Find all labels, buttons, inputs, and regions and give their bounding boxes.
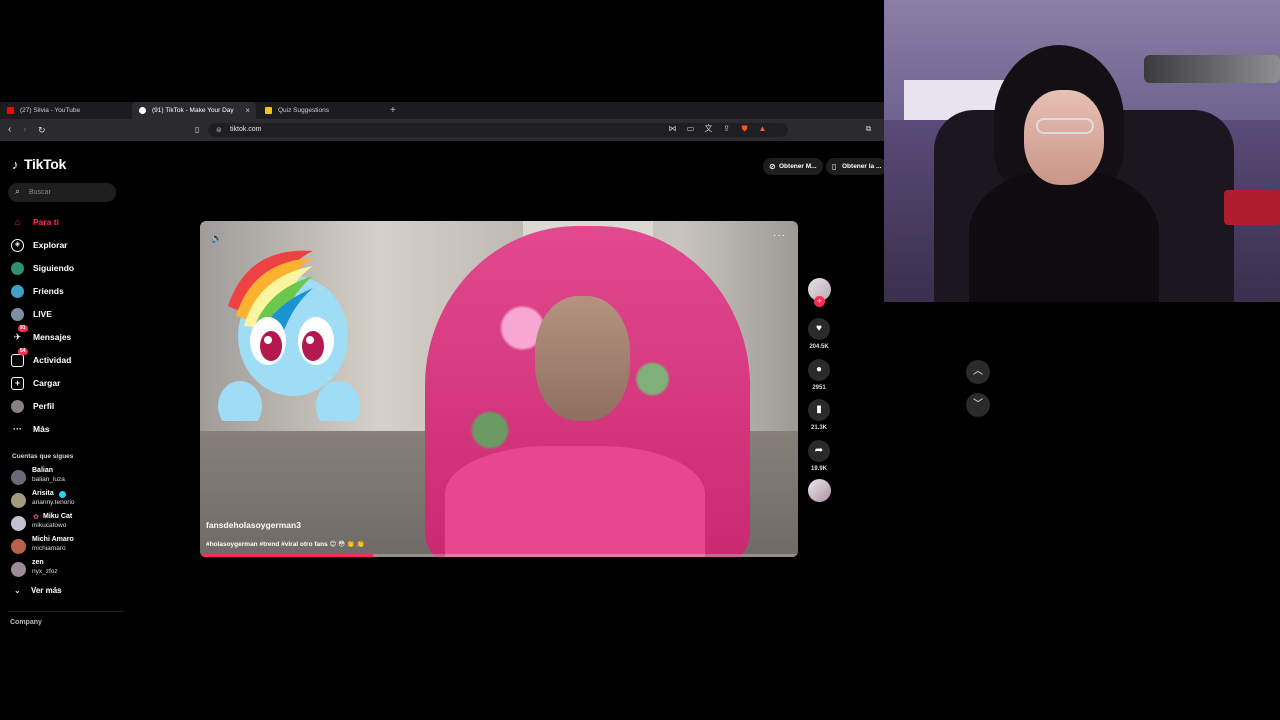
- rewards-icon[interactable]: ▲: [758, 124, 767, 133]
- brave-shield-icon[interactable]: ⛊: [740, 124, 749, 133]
- tab-quiz[interactable]: Quiz Suggestions: [258, 102, 386, 119]
- tab-youtube[interactable]: (27) Silvia - YouTube: [0, 102, 130, 119]
- activity-icon: [11, 354, 24, 367]
- new-tab-button[interactable]: +: [390, 102, 396, 119]
- app-icon: ⊘: [769, 162, 776, 171]
- share-arrow-icon: ➦: [808, 440, 830, 462]
- avatar: [11, 516, 26, 531]
- more-options-icon[interactable]: ···: [773, 230, 786, 241]
- forward-icon[interactable]: ›: [23, 124, 26, 136]
- site-info-icon[interactable]: ⊜: [216, 126, 222, 134]
- quiz-favicon-icon: [265, 107, 272, 114]
- bookmark-icon[interactable]: ▯: [195, 124, 199, 136]
- video-person-body: [445, 446, 705, 557]
- webcam-overlay: [884, 0, 1280, 302]
- address-bar[interactable]: ⊜ tiktok.com: [208, 123, 788, 137]
- following-icon: [11, 262, 24, 275]
- chevron-down-icon: ﹀: [973, 399, 983, 410]
- save-button[interactable]: ▮ 21.3K: [808, 399, 830, 431]
- webcam-microphone: [1144, 55, 1280, 83]
- tiktok-logo[interactable]: ♪ TikTok: [12, 156, 66, 172]
- tiktok-note-icon: ♪: [12, 157, 19, 172]
- reload-icon[interactable]: ↻: [38, 124, 46, 136]
- tab-tiktok[interactable]: (91) TikTok - Make Your Day ×: [132, 102, 256, 119]
- video-caption: #holasoygerman #trend #viral otro fans 😊…: [206, 541, 365, 548]
- reader-icon[interactable]: ⋈: [668, 124, 677, 133]
- avatar: [11, 562, 26, 577]
- verified-icon: [59, 491, 66, 498]
- next-video-button[interactable]: ﹀: [966, 393, 990, 417]
- share-button[interactable]: ➦ 19.9K: [808, 440, 830, 472]
- avatar: [11, 470, 26, 485]
- compass-icon: ◈: [11, 239, 24, 252]
- webcam-red-object: [1224, 190, 1280, 225]
- phone-icon: ▯: [832, 162, 837, 171]
- divider: [8, 611, 124, 612]
- company-link[interactable]: Company: [10, 619, 42, 626]
- see-more-button[interactable]: ⌄ Ver más: [14, 586, 62, 595]
- follow-plus-icon[interactable]: +: [814, 296, 825, 307]
- share-count: 19.9K: [810, 466, 827, 472]
- messages-icon: ✈: [13, 332, 22, 342]
- upload-icon: +: [11, 377, 24, 390]
- live-icon: [11, 308, 24, 321]
- volume-icon[interactable]: 🔈: [211, 233, 222, 244]
- flower-icon: ✿: [33, 514, 39, 521]
- avatar: [11, 493, 26, 508]
- heart-icon: ♥: [808, 318, 830, 340]
- tab-label: Quiz Suggestions: [278, 107, 329, 114]
- webcam-glasses: [1036, 118, 1094, 134]
- webcam-person-body: [969, 170, 1159, 302]
- comment-icon: ●: [808, 359, 830, 381]
- search-input[interactable]: ⌕ Buscar: [8, 183, 116, 202]
- tab-bar: (27) Silvia - YouTube (91) TikTok - Make…: [0, 102, 884, 119]
- get-app-button[interactable]: ⊘ Obtener M...: [763, 158, 823, 175]
- comment-button[interactable]: ● 2951: [808, 359, 830, 391]
- like-button[interactable]: ♥ 204.5K: [808, 318, 830, 350]
- video-progress-fill: [200, 554, 374, 557]
- profile-icon: [11, 400, 24, 413]
- url-text: tiktok.com: [230, 126, 262, 133]
- video-progress-bar[interactable]: [200, 554, 798, 557]
- video-person-face: [535, 296, 630, 421]
- chevron-up-icon: ︿: [973, 366, 983, 377]
- translate-icon[interactable]: 文: [704, 124, 713, 133]
- more-icon: ···: [13, 424, 22, 434]
- activity-badge: 54: [18, 348, 28, 355]
- webcam-person-face: [1024, 90, 1104, 185]
- close-tab-icon[interactable]: ×: [245, 102, 250, 119]
- cast-icon[interactable]: ▭: [686, 124, 695, 133]
- pony-sticker: [218, 250, 360, 421]
- tab-label: (27) Silvia - YouTube: [20, 107, 81, 114]
- tiktok-favicon-icon: [139, 107, 146, 114]
- youtube-favicon-icon: [7, 107, 14, 114]
- friends-icon: [11, 285, 24, 298]
- tiktok-page: ♪ TikTok ⌕ Buscar ⌂ Para ti ◈ Explorar Si…: [0, 141, 888, 720]
- following-accounts-title: Cuentas que sigues: [12, 453, 74, 460]
- bookmark-icon: ▮: [808, 399, 830, 421]
- like-count: 204.5K: [809, 344, 829, 350]
- music-disc-avatar[interactable]: [808, 479, 831, 502]
- comment-count: 2951: [812, 385, 826, 391]
- share-icon[interactable]: ⇪: [722, 124, 731, 133]
- home-icon: ⌂: [14, 217, 21, 227]
- get-desktop-app-button[interactable]: ▯ Obtener la ...: [826, 158, 888, 175]
- avatar: [11, 539, 26, 554]
- extensions-icon[interactable]: ⧉: [864, 124, 873, 133]
- messages-badge: 91: [18, 325, 28, 332]
- chevron-down-icon: ⌄: [14, 586, 21, 595]
- browser-toolbar: ‹ › ↻ ▯ ⊜ tiktok.com ⋈ ▭ 文 ⇪ ⛊ ▲ ⧉: [0, 119, 884, 141]
- video-player[interactable]: 🔈 ··· fansdeholasoygerman3 #holasoygerma…: [200, 221, 798, 557]
- back-icon[interactable]: ‹: [8, 124, 11, 136]
- video-author[interactable]: fansdeholasoygerman3: [206, 520, 301, 530]
- previous-video-button[interactable]: ︿: [966, 360, 990, 384]
- save-count: 21.3K: [810, 425, 827, 431]
- search-placeholder: Buscar: [29, 189, 51, 196]
- tab-label: (91) TikTok - Make Your Day: [152, 107, 234, 114]
- search-icon: ⌕: [15, 186, 21, 196]
